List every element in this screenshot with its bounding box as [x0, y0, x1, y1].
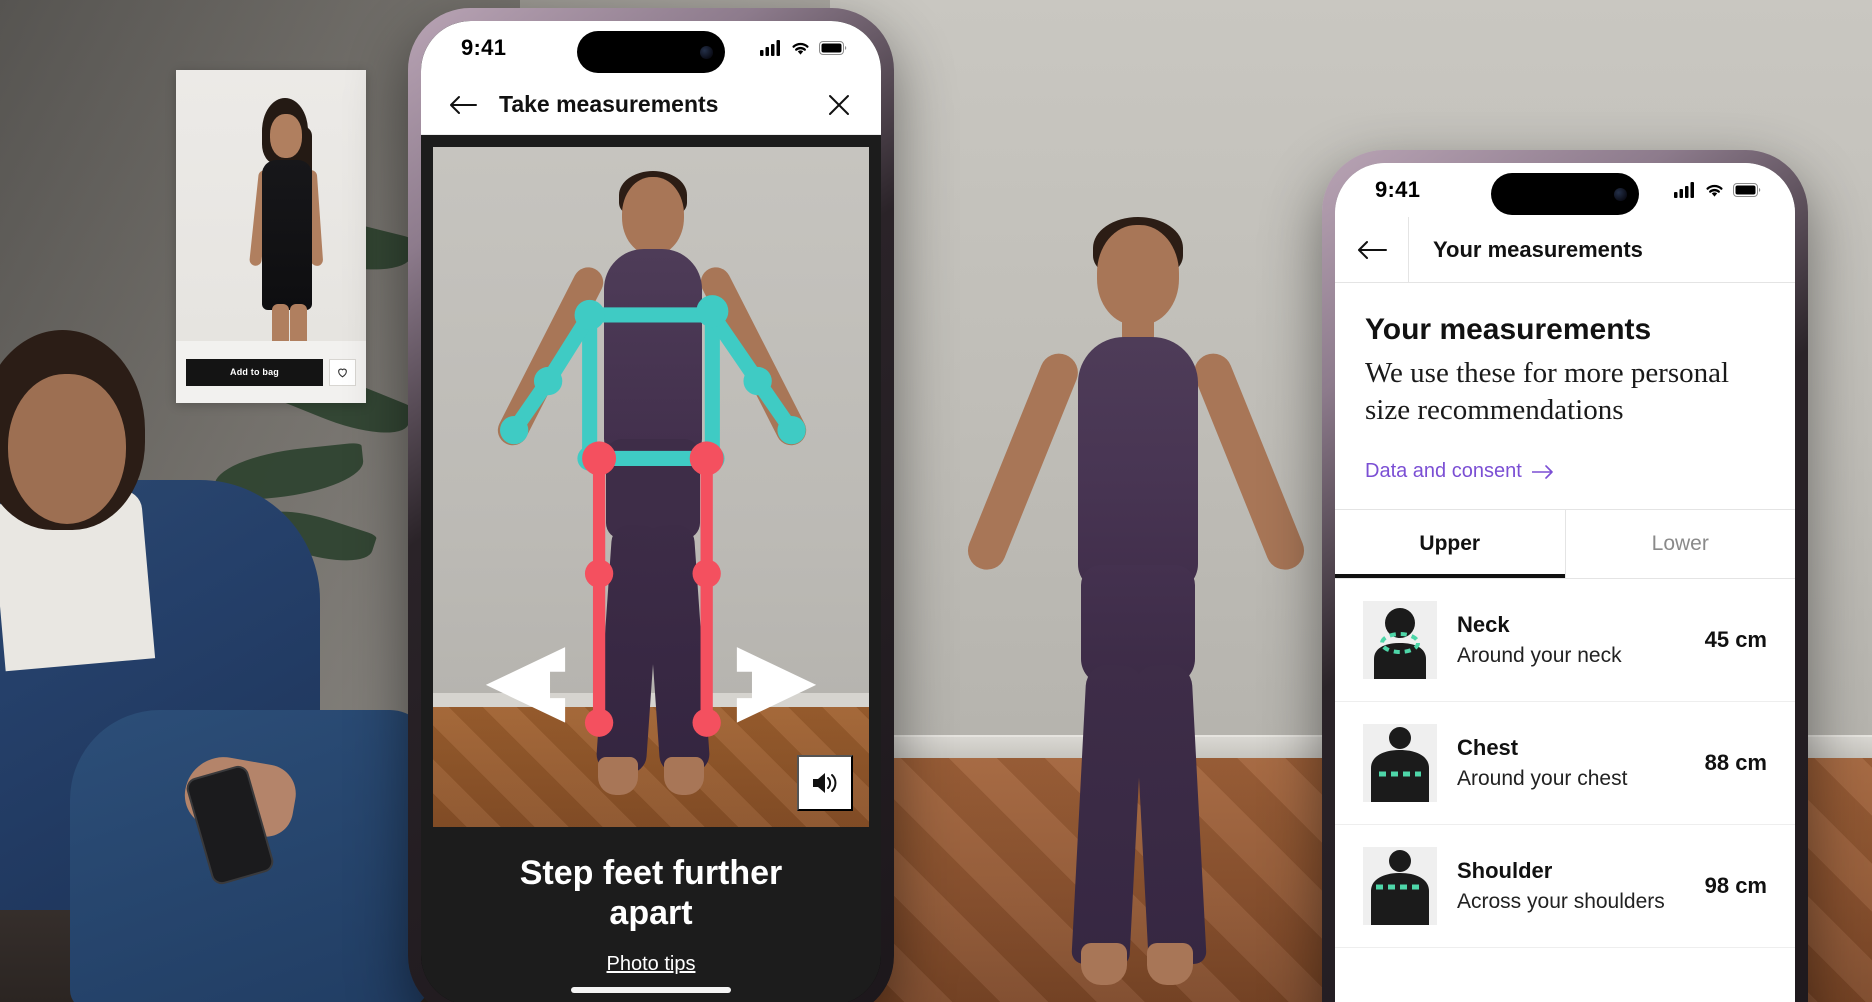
table-row[interactable]: Neck Around your neck 45 cm	[1335, 579, 1795, 703]
data-and-consent-link[interactable]: Data and consent	[1365, 460, 1554, 483]
heart-icon[interactable]	[329, 358, 356, 386]
wifi-icon	[1706, 184, 1723, 197]
product-card[interactable]: Add to bag	[176, 70, 366, 403]
status-icons	[760, 40, 847, 56]
status-time: 9:41	[1375, 177, 1421, 202]
tab-upper[interactable]: Upper	[1335, 510, 1565, 579]
dynamic-island	[577, 31, 725, 73]
hero-section: Your measurements We use these for more …	[1335, 283, 1795, 509]
home-indicator	[571, 987, 731, 993]
nav-bar-right: Your measurements	[1335, 217, 1795, 283]
speaker-icon[interactable]	[797, 755, 853, 811]
link-label: Data and consent	[1365, 460, 1522, 483]
woman-holding-phone	[0, 330, 430, 1002]
camera-preview[interactable]	[433, 147, 869, 827]
product-image	[176, 70, 366, 341]
measurement-name: Neck	[1457, 612, 1510, 638]
page-title: Take measurements	[499, 91, 719, 117]
measurement-description: Across your shoulders	[1457, 890, 1665, 914]
measurement-description: Around your chest	[1457, 767, 1628, 791]
tab-lower[interactable]: Lower	[1564, 510, 1795, 579]
row-text: Chest Around your chest	[1457, 735, 1685, 791]
measurement-name: Chest	[1457, 735, 1519, 761]
hero-heading: Your measurements	[1365, 313, 1652, 346]
status-time: 9:41	[461, 35, 507, 60]
close-icon[interactable]	[819, 85, 859, 125]
page-title: Your measurements	[1433, 236, 1643, 262]
cellular-signal-icon	[1674, 182, 1694, 198]
phone-your-measurements: 9:41 Your measurements Your measurements…	[1322, 150, 1808, 1002]
measurement-tabs: Upper Lower	[1335, 509, 1795, 580]
phone-take-measurements: 9:41 Take measurements Step feet further…	[408, 8, 894, 1002]
neck-measure-icon	[1363, 601, 1437, 680]
measurement-value: 45 cm	[1704, 627, 1767, 653]
hero-subheading: We use these for more personal size reco…	[1365, 357, 1730, 426]
row-text: Neck Around your neck	[1457, 612, 1685, 668]
arrow-right-wide-icon	[736, 647, 817, 723]
front-camera-icon	[700, 45, 713, 59]
product-actions: Add to bag	[176, 341, 366, 403]
table-row[interactable]: Shoulder Across your shoulders 98 cm	[1335, 825, 1795, 949]
add-to-bag-button[interactable]: Add to bag	[186, 358, 323, 386]
measurement-name: Shoulder	[1457, 858, 1553, 884]
instruction-text: Step feet further apart	[519, 854, 783, 933]
dynamic-island	[1491, 173, 1639, 215]
measurement-value: 88 cm	[1704, 750, 1767, 776]
status-icons	[1674, 182, 1761, 198]
woman-in-purple-bodysuit	[955, 217, 1315, 985]
nav-bar-left: Take measurements	[421, 75, 881, 135]
battery-icon	[819, 41, 847, 55]
battery-icon	[1733, 183, 1761, 197]
chest-measure-icon	[1363, 724, 1437, 803]
measurement-value: 98 cm	[1704, 873, 1767, 899]
arrow-left-icon[interactable]	[443, 85, 483, 125]
cellular-signal-icon	[760, 40, 780, 56]
arrow-left-icon[interactable]	[1335, 217, 1409, 282]
measurement-description: Around your neck	[1457, 644, 1622, 668]
shoulder-measure-icon	[1363, 847, 1437, 926]
row-text: Shoulder Across your shoulders	[1457, 858, 1685, 914]
wifi-icon	[792, 42, 809, 55]
table-row[interactable]: Chest Around your chest 88 cm	[1335, 702, 1795, 826]
arrow-left-wide-icon	[485, 647, 566, 723]
arrow-right-icon	[1531, 464, 1553, 479]
photo-tips-link[interactable]: Photo tips	[421, 953, 881, 976]
pose-skeleton-overlay	[485, 295, 817, 737]
front-camera-icon	[1614, 187, 1627, 201]
